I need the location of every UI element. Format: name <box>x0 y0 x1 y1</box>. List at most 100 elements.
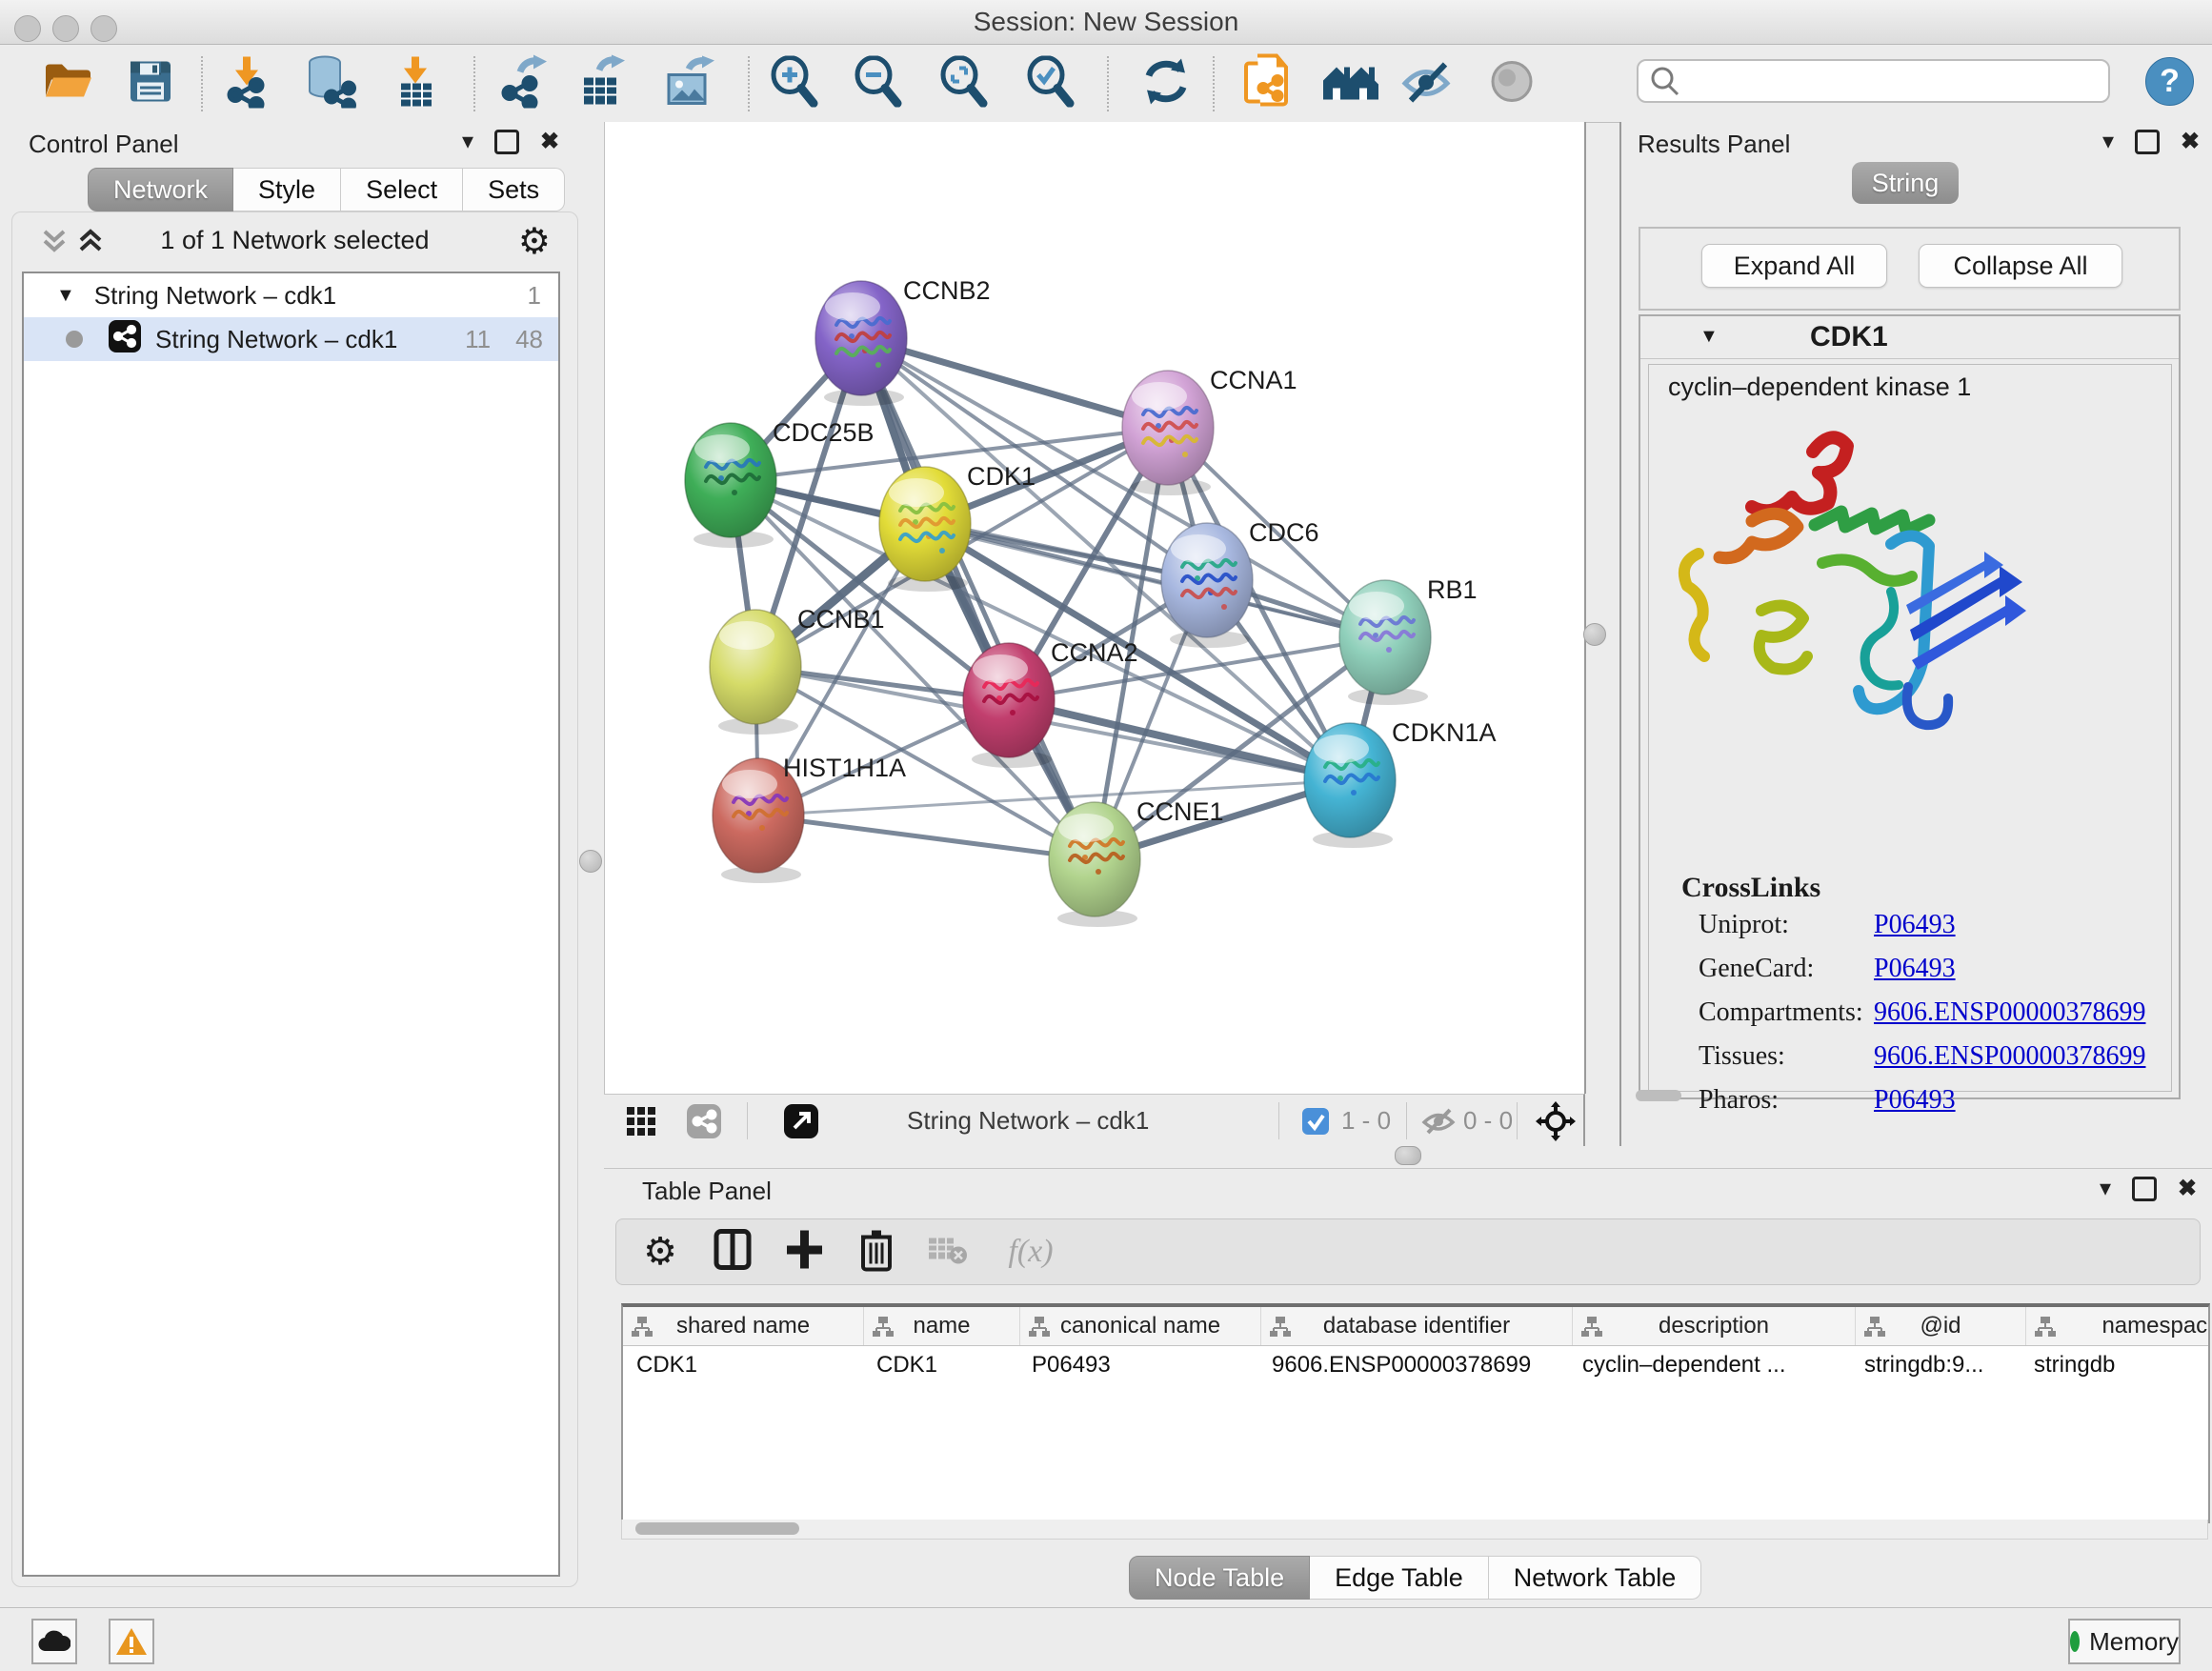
network-node-HIST1H1A[interactable]: HIST1H1A <box>713 754 906 883</box>
network-node-CDKN1A[interactable]: CDKN1A <box>1304 718 1497 848</box>
crosslink-link[interactable]: 9606.ENSP00000378699 <box>1874 997 2145 1028</box>
network-collection-row[interactable]: ▼ String Network – cdk1 1 <box>24 273 558 317</box>
table-options-gear-icon[interactable]: ⚙ <box>643 1230 677 1274</box>
tab-network[interactable]: Network <box>88 168 233 211</box>
hide-selected-icon[interactable] <box>1401 59 1455 110</box>
table-cell[interactable]: cyclin–dependent ... <box>1569 1346 1851 1384</box>
column-header-shared-name[interactable]: shared name <box>623 1307 864 1345</box>
tree-expander-icon[interactable]: ▼ <box>56 285 75 307</box>
collapse-panel-icon[interactable]: ▾ <box>462 131 473 153</box>
cloud-button[interactable] <box>31 1619 77 1664</box>
table-row[interactable]: CDK1CDK1P064939606.ENSP00000378699cyclin… <box>623 1346 2210 1384</box>
collapse-all-button[interactable]: Collapse All <box>1919 244 2122 288</box>
warning-icon <box>115 1627 148 1656</box>
pan-crosshair-icon[interactable] <box>1536 1101 1576 1146</box>
crosslinks-title: CrossLinks <box>1681 872 1820 904</box>
collapse-panel-icon[interactable]: ▾ <box>2102 131 2114 153</box>
column-header-name[interactable]: name <box>864 1307 1020 1345</box>
zoom-out-icon[interactable] <box>854 56 903 112</box>
network-node-CCNE1[interactable]: CCNE1 <box>1049 797 1224 927</box>
gene-entry-body: cyclin–dependent kinase 1 <box>1648 364 2172 1092</box>
horizontal-splitter-knob[interactable] <box>1395 1146 1421 1165</box>
network-options-gear-icon[interactable]: ⚙ <box>518 220 551 263</box>
left-splitter-knob[interactable] <box>579 850 602 873</box>
tab-network-table[interactable]: Network Table <box>1489 1556 1702 1600</box>
crosslink-label: GeneCard: <box>1699 954 1814 984</box>
table-cell[interactable]: 9606.ENSP00000378699 <box>1258 1346 1569 1384</box>
grid-view-icon[interactable] <box>625 1105 657 1142</box>
edge-CCNB2-CCNA1[interactable] <box>861 338 1168 428</box>
search-input[interactable] <box>1686 67 2108 95</box>
network-node-RB1[interactable]: RB1 <box>1339 575 1478 705</box>
entry-expander-icon[interactable]: ▼ <box>1699 326 1719 348</box>
save-session-icon[interactable] <box>129 60 172 109</box>
tab-string[interactable]: String <box>1852 162 1959 204</box>
duplicate-network-icon[interactable] <box>1242 54 1292 114</box>
table-hscrollbar-thumb[interactable] <box>635 1522 799 1535</box>
tab-edge-table[interactable]: Edge Table <box>1310 1556 1489 1600</box>
gene-entry-header[interactable]: ▼ CDK1 <box>1640 316 2179 359</box>
float-panel-icon[interactable] <box>494 130 519 154</box>
zoom-in-icon[interactable] <box>770 56 819 112</box>
first-neighbors-icon[interactable] <box>1321 60 1380 109</box>
show-all-icon[interactable] <box>1486 59 1538 110</box>
network-node-CCNB2[interactable]: CCNB2 <box>815 276 991 406</box>
open-session-icon[interactable] <box>42 60 93 109</box>
tab-sets[interactable]: Sets <box>463 168 565 211</box>
warnings-button[interactable] <box>109 1619 154 1664</box>
delete-column-icon[interactable] <box>859 1228 894 1277</box>
network-node-CCNA1[interactable]: CCNA1 <box>1122 366 1297 495</box>
help-button[interactable]: ? <box>2145 57 2194 106</box>
tab-style[interactable]: Style <box>233 168 341 211</box>
show-columns-icon[interactable] <box>714 1229 752 1276</box>
column-header-@id[interactable]: @id <box>1856 1307 2026 1345</box>
table-cell[interactable]: CDK1 <box>623 1346 863 1384</box>
window-title: Session: New Session <box>0 7 2212 37</box>
add-column-icon[interactable] <box>785 1229 823 1276</box>
close-panel-icon[interactable]: ✖ <box>2181 131 2200 153</box>
network-row[interactable]: String Network – cdk1 11 48 <box>24 317 558 361</box>
column-header-database-identifier[interactable]: database identifier <box>1261 1307 1573 1345</box>
table-cell[interactable]: stringdb:9... <box>1851 1346 2021 1384</box>
search-field[interactable] <box>1637 59 2110 103</box>
table-cell[interactable]: P06493 <box>1018 1346 1258 1384</box>
float-panel-icon[interactable] <box>2135 130 2160 154</box>
table-cell[interactable]: CDK1 <box>863 1346 1018 1384</box>
expand-all-button[interactable]: Expand All <box>1701 244 1887 288</box>
table-hscrollbar[interactable] <box>621 1520 2208 1540</box>
collapse-panel-icon[interactable]: ▾ <box>2100 1178 2111 1200</box>
tab-node-table[interactable]: Node Table <box>1129 1556 1310 1600</box>
memory-button[interactable]: Memory <box>2068 1619 2181 1664</box>
network-node-CCNB1[interactable]: CCNB1 <box>710 605 885 735</box>
network-canvas[interactable]: CCNB2CCNA1CDC25BCDK1CDC6RB1CCNB1CCNA2CDK… <box>604 122 1586 1094</box>
column-header-namespace[interactable]: namespace <box>2026 1307 2210 1345</box>
edge-CCNE1-HIST1H1A[interactable] <box>758 815 1095 859</box>
zoom-fit-icon[interactable] <box>939 56 989 112</box>
close-panel-icon[interactable]: ✖ <box>540 131 559 153</box>
table-cell[interactable]: stringdb <box>2021 1346 2210 1384</box>
import-network-file-icon[interactable] <box>224 55 271 113</box>
crosslink-link[interactable]: P06493 <box>1874 954 1956 984</box>
selected-checkbox-icon[interactable] <box>1301 1107 1330 1140</box>
column-type-icon <box>1863 1315 1886 1338</box>
node-label-HIST1H1A: HIST1H1A <box>783 754 906 782</box>
column-header-description[interactable]: description <box>1573 1307 1856 1345</box>
export-network-icon[interactable] <box>499 55 551 113</box>
crosslink-link[interactable]: P06493 <box>1874 1085 1956 1116</box>
close-panel-icon[interactable]: ✖ <box>2178 1178 2197 1200</box>
results-scrollbar-thumb[interactable] <box>1636 1090 1681 1101</box>
zoom-selected-icon[interactable] <box>1026 56 1076 112</box>
column-header-canonical-name[interactable]: canonical name <box>1020 1307 1261 1345</box>
crosslink-link[interactable]: P06493 <box>1874 910 1956 940</box>
tab-select[interactable]: Select <box>341 168 463 211</box>
export-image-icon[interactable] <box>664 56 715 112</box>
import-network-database-icon[interactable] <box>304 55 357 113</box>
float-panel-icon[interactable] <box>2132 1177 2157 1201</box>
share-view-icon[interactable] <box>686 1103 722 1144</box>
right-splitter-knob[interactable] <box>1583 623 1606 646</box>
refresh-layout-icon[interactable] <box>1141 57 1191 111</box>
export-table-icon[interactable] <box>578 55 628 113</box>
birds-eye-view-icon[interactable] <box>783 1103 819 1144</box>
import-table-file-icon[interactable] <box>393 55 437 113</box>
crosslink-link[interactable]: 9606.ENSP00000378699 <box>1874 1041 2145 1072</box>
